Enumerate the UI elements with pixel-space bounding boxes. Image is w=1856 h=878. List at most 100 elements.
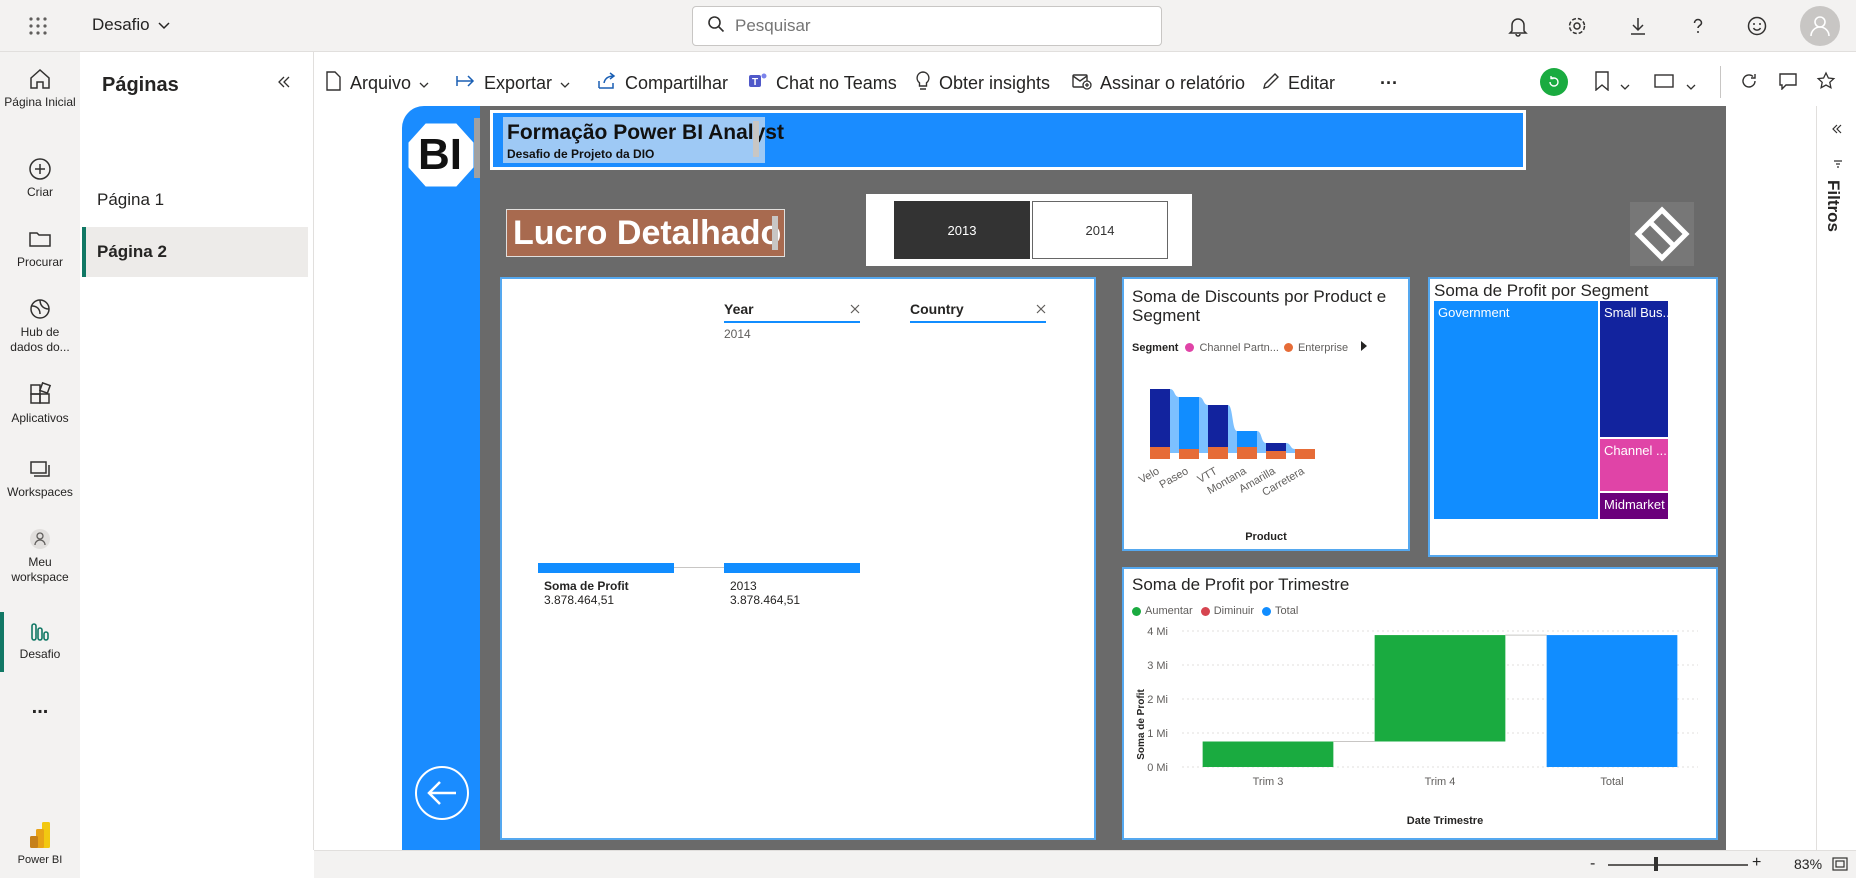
fit-to-page-icon[interactable] <box>1832 857 1848 876</box>
app-launcher-icon[interactable] <box>28 16 48 36</box>
filters-label: Filtros <box>1824 180 1843 232</box>
ribbon-column <box>1237 431 1257 447</box>
page-title-box: Lucro Detalhado <box>506 209 785 257</box>
treemap-tile-midmarket[interactable]: Midmarket <box>1600 493 1668 519</box>
year-tile-2014[interactable]: 2014 <box>1032 201 1168 259</box>
bookmark-icon[interactable] <box>1594 71 1610 96</box>
ribbon-band <box>1257 431 1266 453</box>
zoom-slider-thumb[interactable] <box>1654 857 1658 871</box>
slicers-card: Year 2014 Country Soma de Profit 3.878.4… <box>500 277 1096 840</box>
export-menu-button[interactable]: Exportar <box>456 70 570 96</box>
search-box[interactable] <box>692 6 1162 46</box>
treemap-tile-channel[interactable]: Channel ... <box>1600 439 1668 491</box>
nav-browse[interactable]: Procurar <box>0 226 80 270</box>
title-cursor <box>753 121 759 157</box>
settings-gear-icon[interactable] <box>1566 15 1588 42</box>
ribbon-band <box>1228 405 1237 453</box>
reset-circle-icon[interactable] <box>1540 68 1568 96</box>
subscribe-button[interactable]: Assinar o relatório <box>1072 70 1245 96</box>
country-slicer[interactable]: Country <box>910 301 1046 323</box>
chevron-down-icon <box>158 15 170 35</box>
teams-chat-button[interactable]: T Chat no Teams <box>748 70 897 96</box>
share-button[interactable]: Compartilhar <box>597 70 728 96</box>
filters-pane-collapsed[interactable]: Filtros <box>1816 106 1856 850</box>
notifications-icon[interactable] <box>1507 15 1529 42</box>
nav-powerbi-brand[interactable]: Power BI <box>0 820 80 868</box>
nav-label: Aplicativos <box>11 411 69 425</box>
strip-scrollbar[interactable] <box>474 118 480 178</box>
kpi-bar-right[interactable] <box>724 563 860 573</box>
kpi-connector <box>674 567 724 568</box>
nav-label: Desafio <box>19 647 61 661</box>
file-menu-button[interactable]: Arquivo <box>324 70 429 96</box>
refresh-icon[interactable] <box>1740 72 1758 95</box>
data-hub-icon <box>0 296 80 322</box>
zoom-slider[interactable] <box>1608 864 1748 866</box>
waterfall-bar[interactable] <box>1374 635 1506 742</box>
page-title: Lucro Detalhado <box>513 214 782 252</box>
chart-title: Soma de Profit por Segment <box>1434 281 1649 300</box>
comment-icon[interactable] <box>1778 72 1798 95</box>
ribbon-band <box>1286 443 1295 453</box>
waterfall-bar[interactable] <box>1546 635 1678 767</box>
nav-home[interactable]: Página Inicial <box>0 66 80 110</box>
ribbon-segment-enterprise <box>1266 451 1286 459</box>
legend-item: Channel Partn... <box>1199 341 1279 354</box>
nav-data-hub[interactable]: Hub de dados do... <box>0 296 80 355</box>
edit-button[interactable]: Editar <box>1262 70 1335 96</box>
avatar[interactable] <box>1800 6 1840 46</box>
treemap-tile-government[interactable]: Government <box>1434 301 1598 519</box>
zoom-in-button[interactable]: + <box>1752 854 1761 872</box>
waterfall-bar[interactable] <box>1202 741 1334 768</box>
year-slicer[interactable]: Year 2014 <box>724 301 860 341</box>
download-icon[interactable] <box>1627 15 1649 42</box>
chevron-down-icon <box>560 73 570 94</box>
kpi-right-value: 3.878.464,51 <box>730 593 801 607</box>
x-tick-label: Trim 4 <box>1425 776 1456 788</box>
nav-create[interactable]: Criar <box>0 156 80 200</box>
nav-label: Criar <box>27 185 53 199</box>
nav-desafio[interactable]: Desafio <box>0 618 80 662</box>
chevron-down-icon[interactable] <box>1686 78 1696 96</box>
close-icon[interactable] <box>850 301 860 319</box>
favorite-star-icon[interactable] <box>1816 71 1836 96</box>
zoom-out-button[interactable]: - <box>1590 855 1595 873</box>
nav-workspaces[interactable]: Workspaces <box>0 456 80 500</box>
nav-my-workspace[interactable]: Meu workspace <box>0 526 80 585</box>
treemap-tile-small-business[interactable]: Small Bus... <box>1600 301 1668 437</box>
title-cursor <box>772 216 778 250</box>
chart-legend: Aumentar Diminuir Total <box>1132 605 1298 617</box>
y-tick-label: 2 Mi <box>1147 694 1168 706</box>
view-mode-icon[interactable] <box>1654 73 1674 94</box>
workspace-switcher[interactable]: Desafio <box>92 15 170 35</box>
close-icon[interactable] <box>1036 301 1046 319</box>
help-icon[interactable] <box>1687 15 1709 42</box>
page-item-2-selected[interactable]: Página 2 <box>82 227 308 277</box>
page-item-1[interactable]: Página 1 <box>82 178 308 222</box>
share-label: Compartilhar <box>625 72 729 93</box>
nav-apps[interactable]: Aplicativos <box>0 382 80 426</box>
collapse-panel-icon[interactable] <box>276 74 292 95</box>
ribbon-band <box>1170 389 1179 453</box>
back-arrow-button[interactable] <box>415 766 469 820</box>
year-tile-2013[interactable]: 2013 <box>894 201 1030 259</box>
segment-treemap[interactable]: Soma de Profit por Segment Government Sm… <box>1428 277 1718 557</box>
search-input[interactable] <box>735 16 1135 36</box>
expand-filters-icon[interactable] <box>1831 122 1843 140</box>
chevron-down-icon[interactable] <box>1620 78 1630 96</box>
more-options-button[interactable]: ··· <box>1380 70 1398 96</box>
slicer-country-label: Country <box>910 301 964 317</box>
slicer-year-label: Year <box>724 301 754 317</box>
ribbon-plot: VeloPaseo VTTMontanaAmarillaCarretera <box>1137 389 1315 499</box>
discounts-ribbon-chart[interactable]: Soma de Discounts por Product e Segment … <box>1122 277 1410 551</box>
kpi-bar-left[interactable] <box>538 563 674 573</box>
ribbon-column <box>1150 389 1170 447</box>
feedback-smiley-icon[interactable] <box>1746 15 1768 42</box>
teams-label: Chat no Teams <box>776 72 897 93</box>
legend-next-arrow-icon[interactable] <box>1361 341 1368 354</box>
clear-filters-eraser-icon[interactable] <box>1630 202 1694 266</box>
insights-button[interactable]: Obter insights <box>915 70 1050 96</box>
profit-waterfall-chart[interactable]: Soma de Profit por Trimestre Aumentar Di… <box>1122 567 1718 840</box>
ribbon-segment-enterprise <box>1237 447 1257 459</box>
more-icon[interactable]: ... <box>0 697 80 717</box>
